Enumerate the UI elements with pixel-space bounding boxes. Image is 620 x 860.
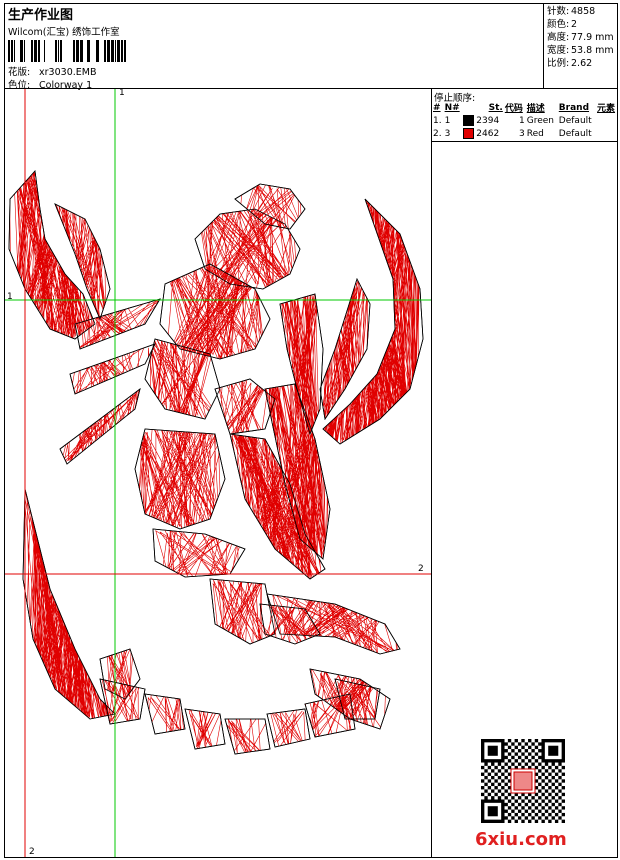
col-stitches: St. bbox=[488, 102, 503, 113]
table-row: 1. 1 2394 1 Green Default bbox=[433, 115, 592, 126]
guide-v2-label: 2 bbox=[29, 847, 35, 857]
software-subtitle: Wilcom(汇宝) 绣饰工作室 bbox=[8, 27, 120, 38]
embroidery-canvas bbox=[5, 89, 431, 857]
stat-scale: 比例: 2.62 bbox=[547, 58, 593, 69]
scorpion-design bbox=[8, 170, 424, 755]
page-title: 生产作业图 bbox=[8, 8, 74, 23]
col-description: 描述 bbox=[526, 104, 545, 114]
header-divider bbox=[543, 3, 544, 88]
guide-h1-label: 1 bbox=[7, 292, 13, 302]
header-info: 生产作业图 Wilcom(汇宝) 绣饰工作室 花版: xr3030.EMB 色位… bbox=[5, 4, 543, 91]
color-swatch bbox=[463, 128, 475, 139]
col-code: 代码 bbox=[504, 104, 523, 114]
stat-height: 高度: 77.9 mm bbox=[547, 32, 614, 43]
col-index: # bbox=[433, 102, 441, 113]
color-swatch bbox=[463, 115, 475, 126]
panel-divider bbox=[431, 89, 432, 858]
guide-v1-label: 1 bbox=[119, 88, 125, 98]
barcode bbox=[8, 40, 126, 62]
col-brand: Brand bbox=[558, 102, 590, 113]
watermark-logo: 6xiu.com bbox=[475, 829, 567, 850]
qr-code bbox=[481, 739, 565, 823]
design-stats: 针数: 4858 颜色: 2 高度: 77.9 mm 宽度: 53.8 mm 比例: 2.… bbox=[547, 5, 614, 70]
stat-stitches: 针数: 4858 bbox=[547, 6, 596, 17]
stat-width: 宽度: 53.8 mm bbox=[547, 45, 614, 56]
table-row: 2. 3 2462 3 Red Default bbox=[433, 128, 592, 139]
thread-table-header: # N# St. 代码 描述 Brand 元素 bbox=[432, 101, 618, 115]
col-element: 元素 bbox=[597, 104, 616, 114]
design-row: 花版: xr3030.EMB bbox=[8, 64, 96, 78]
design-label: 花版: bbox=[8, 67, 31, 78]
stat-colors: 颜色: 2 bbox=[547, 19, 578, 30]
col-needle: N# bbox=[444, 102, 460, 113]
table-bottom-line bbox=[431, 141, 618, 142]
thread-table: # N# St. 代码 描述 Brand 元素 1. 1 2394 1 Gree… bbox=[432, 101, 618, 140]
guide-h2-label: 2 bbox=[418, 564, 424, 574]
